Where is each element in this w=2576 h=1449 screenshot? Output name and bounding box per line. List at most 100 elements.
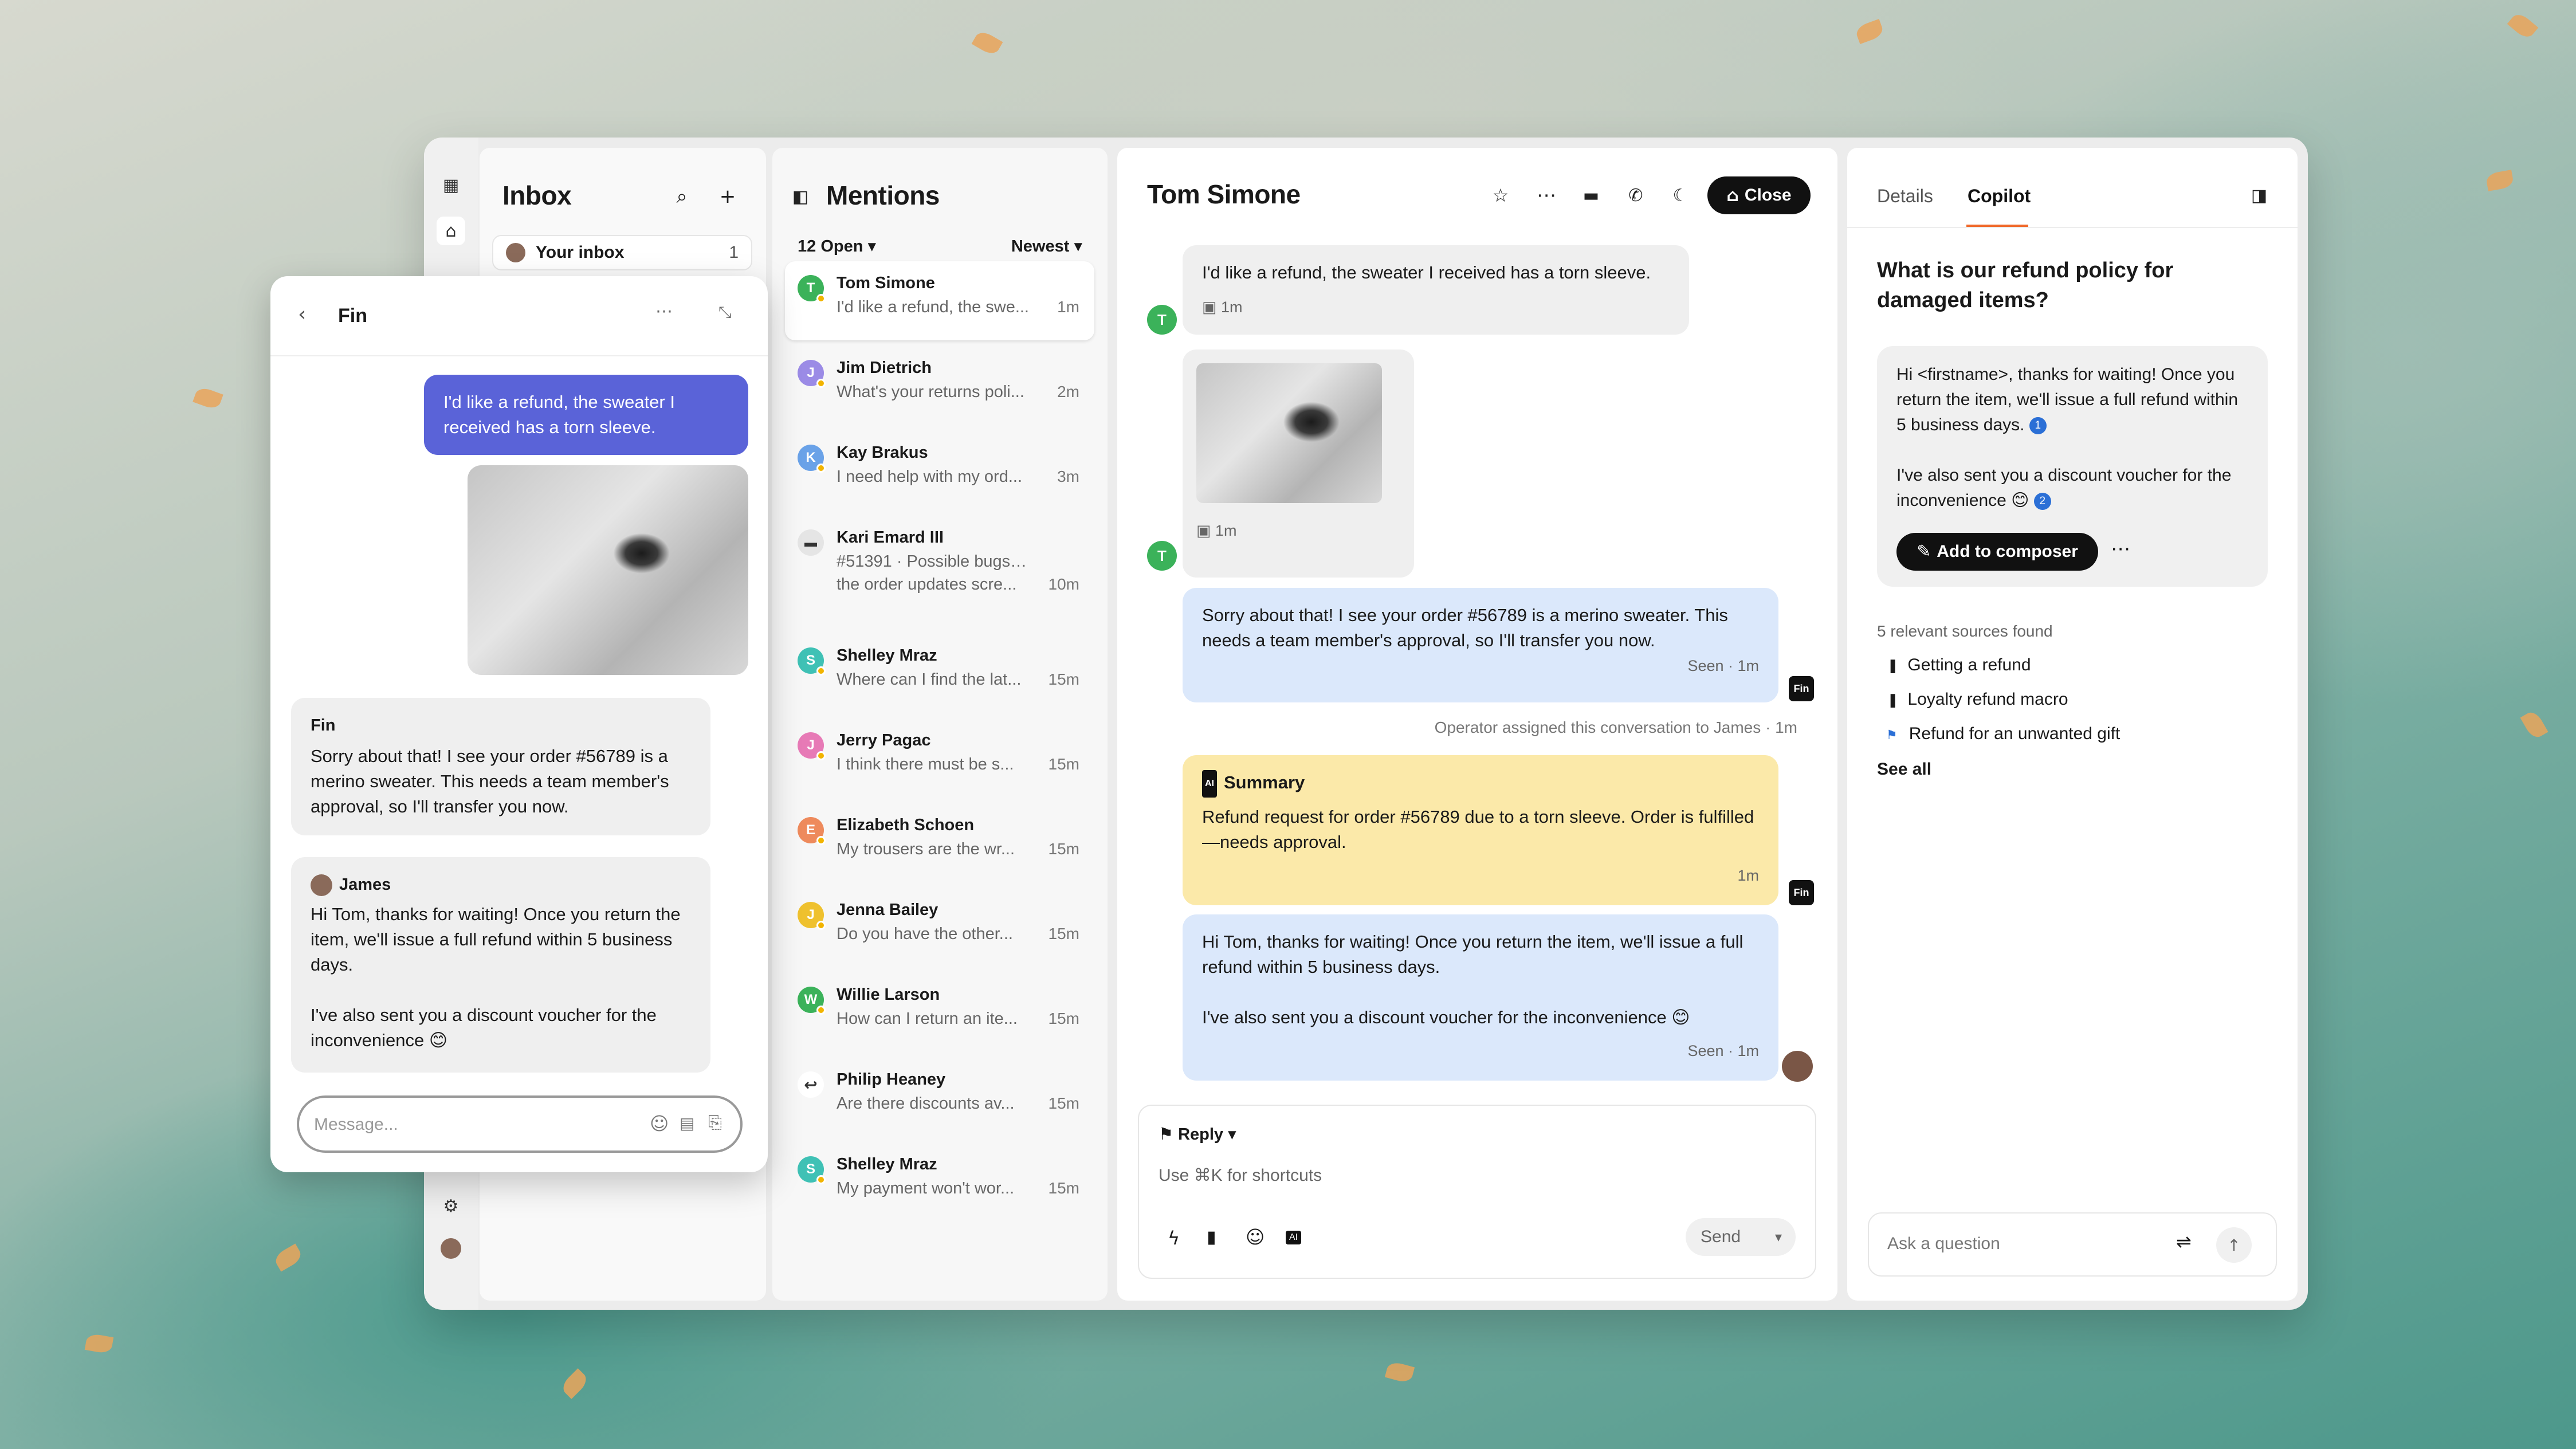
settings-sliders-icon[interactable]: ⇌ xyxy=(2176,1231,2192,1252)
reply-mode-dropdown[interactable]: ⚑ Reply ▾ xyxy=(1159,1124,1236,1144)
message-time: 1m xyxy=(1221,299,1243,316)
list-item[interactable]: J Jenna Bailey Do you have the other... 15m xyxy=(785,888,1094,967)
tab-copilot[interactable]: Copilot xyxy=(1968,186,2031,207)
list-item[interactable]: S Shelley Mraz Where can I find the lat...… xyxy=(785,634,1094,713)
source-item[interactable]: ⚑ Refund for an unwanted gift xyxy=(1886,724,2120,744)
message-snippet: Do you have the other... xyxy=(837,925,1013,943)
summary-title: Summary xyxy=(1224,772,1305,793)
message-input[interactable]: Message... ☺ ▤ ⎘ xyxy=(297,1095,743,1153)
message-time: 1m xyxy=(1215,522,1237,539)
logo-icon[interactable]: ▦ xyxy=(437,171,465,199)
add-to-composer-button[interactable]: ✎ Add to composer xyxy=(1896,533,2098,571)
composer: ⚑ Reply ▾ Use ⌘K for shortcuts ϟ ▮ ☺ AI … xyxy=(1138,1105,1816,1279)
chevron-down-icon[interactable]: ▾ xyxy=(1775,1229,1782,1245)
add-icon[interactable]: + xyxy=(711,180,744,213)
attachment-icon[interactable]: ⎘ xyxy=(708,1113,722,1133)
list-item[interactable]: T Tom Simone I'd like a refund, the swe...… xyxy=(785,261,1094,340)
fin-messenger-window: ‹ Fin ⋯ ⤡ I'd like a refund, the sweater… xyxy=(270,276,768,1172)
more-icon[interactable]: ⋯ xyxy=(1530,179,1563,212)
message-time: 10m xyxy=(1048,575,1079,593)
conversation-icon: ⚑ xyxy=(1886,728,1898,743)
bookmark-icon[interactable]: ▮ xyxy=(1207,1227,1216,1247)
avatar: E xyxy=(798,817,826,845)
status-dot xyxy=(816,921,826,930)
status-dot xyxy=(816,751,826,760)
sort-dropdown[interactable]: Newest ▾ xyxy=(1011,236,1082,256)
contact-name: Shelley Mraz xyxy=(837,1155,937,1173)
sources-heading: 5 relevant sources found xyxy=(1877,622,2053,640)
system-note: Operator assigned this conversation to J… xyxy=(1434,718,1797,736)
agent-reply-message: Hi Tom, thanks for waiting! Once you ret… xyxy=(1183,914,1778,1081)
composer-input[interactable]: Use ⌘K for shortcuts xyxy=(1159,1165,1322,1185)
fin-reply-message: Sorry about that! I see your order #5678… xyxy=(1183,588,1778,702)
avatar: J xyxy=(798,732,826,760)
see-all-link[interactable]: See all xyxy=(1877,760,1931,779)
sidebar-toggle-icon[interactable]: ◧ xyxy=(784,180,817,213)
copilot-panel: Details Copilot ◨ What is our refund pol… xyxy=(1847,148,2298,1301)
sweater-image[interactable] xyxy=(1196,363,1382,503)
user-avatar[interactable] xyxy=(437,1234,465,1263)
more-icon[interactable]: ⋯ xyxy=(655,301,673,321)
list-item[interactable]: K Kay Brakus I need help with my ord... 3m xyxy=(785,431,1094,510)
sweater-image[interactable] xyxy=(468,465,748,675)
panel-toggle-icon[interactable]: ◨ xyxy=(2243,179,2276,212)
list-item[interactable]: W Willie Larson How can I return an ite...… xyxy=(785,973,1094,1052)
leaf-decoration xyxy=(1384,1360,1415,1384)
list-item[interactable]: J Jerry Pagac I think there must be s... 15… xyxy=(785,718,1094,798)
list-item[interactable]: ▬ Kari Emard III #51391 · Possible bugs wi… xyxy=(785,516,1094,616)
message-time: 15m xyxy=(1048,840,1079,858)
add-label: Add to composer xyxy=(1937,542,2078,561)
close-button[interactable]: ⌂ Close xyxy=(1707,176,1811,214)
your-inbox-item[interactable]: Your inbox 1 xyxy=(492,235,752,270)
copilot-answer: Hi <firstname>, thanks for waiting! Once… xyxy=(1877,346,2268,587)
leaf-decoration xyxy=(2485,170,2515,191)
emoji-icon[interactable]: ☺ xyxy=(1246,1226,1265,1248)
conversation-panel: Tom Simone ☆ ⋯ ▬ ✆ ☾ ⌂ Close I'd like a r… xyxy=(1117,148,1837,1301)
tab-details[interactable]: Details xyxy=(1877,186,1933,207)
collapse-icon[interactable]: ⤡ xyxy=(718,303,731,322)
status-dot xyxy=(816,379,826,388)
list-item[interactable]: ↩ Philip Heaney Are there discounts av... 1… xyxy=(785,1058,1094,1137)
contact-name: Elizabeth Schoen xyxy=(837,816,975,834)
contact-name: Kari Emard III xyxy=(837,528,944,547)
lightning-icon[interactable]: ϟ xyxy=(1168,1227,1180,1249)
star-icon[interactable]: ☆ xyxy=(1484,179,1517,212)
reply-arrow-icon: ↩ xyxy=(798,1071,824,1098)
ai-icon[interactable]: AI xyxy=(1286,1231,1302,1244)
ai-icon: AI xyxy=(1202,770,1217,798)
summary-card: AI Summary Refund request for order #5678… xyxy=(1183,755,1778,905)
more-icon[interactable]: ⋯ xyxy=(2111,536,2130,561)
search-icon[interactable]: ⌕ xyxy=(665,180,698,213)
user-message: I'd like a refund, the sweater I receive… xyxy=(424,375,748,455)
message-icon: ▣ xyxy=(1196,522,1211,540)
fin-bot-message: Fin Sorry about that! I see your order #… xyxy=(291,698,710,835)
list-item[interactable]: J Jim Dietrich What's your returns poli...… xyxy=(785,346,1094,425)
submit-arrow-icon[interactable]: ↑ xyxy=(2216,1227,2252,1263)
fin-badge: Fin xyxy=(1789,880,1814,905)
gear-icon[interactable]: ⚙ xyxy=(437,1192,465,1220)
source-item[interactable]: ▐ Loyalty refund macro xyxy=(1886,690,2068,709)
inbox-icon[interactable]: ⌂ xyxy=(437,217,465,245)
sender-name: Fin xyxy=(311,716,336,735)
citation-badge[interactable]: 2 xyxy=(2033,493,2051,511)
ticket-icon[interactable]: ▬ xyxy=(1574,179,1608,212)
list-item[interactable]: S Shelley Mraz My payment won't wor... 15m xyxy=(785,1142,1094,1222)
ask-question-input[interactable]: Ask a question ⇌ ↑ xyxy=(1868,1212,2277,1277)
ticket-icon: ▬ xyxy=(798,529,824,556)
send-button[interactable]: Send ▾ xyxy=(1686,1218,1796,1256)
back-icon[interactable]: ‹ xyxy=(298,303,306,326)
your-inbox-label: Your inbox xyxy=(536,243,625,262)
status-dot xyxy=(816,464,826,473)
list-item[interactable]: E Elizabeth Schoen My trousers are the wr.… xyxy=(785,803,1094,882)
phone-icon[interactable]: ✆ xyxy=(1619,179,1652,212)
source-item[interactable]: ▐ Getting a refund xyxy=(1886,655,2031,675)
emoji-icon[interactable]: ☺ xyxy=(650,1113,669,1134)
message-time: 15m xyxy=(1048,670,1079,688)
gif-icon[interactable]: ▤ xyxy=(680,1114,694,1133)
leaf-decoration xyxy=(971,29,1003,57)
citation-badge[interactable]: 1 xyxy=(2029,417,2047,435)
open-filter[interactable]: 12 Open ▾ xyxy=(798,236,876,256)
source-label: Refund for an unwanted gift xyxy=(1909,724,2121,743)
sort-label: Newest xyxy=(1011,237,1070,256)
snooze-icon[interactable]: ☾ xyxy=(1664,179,1697,212)
